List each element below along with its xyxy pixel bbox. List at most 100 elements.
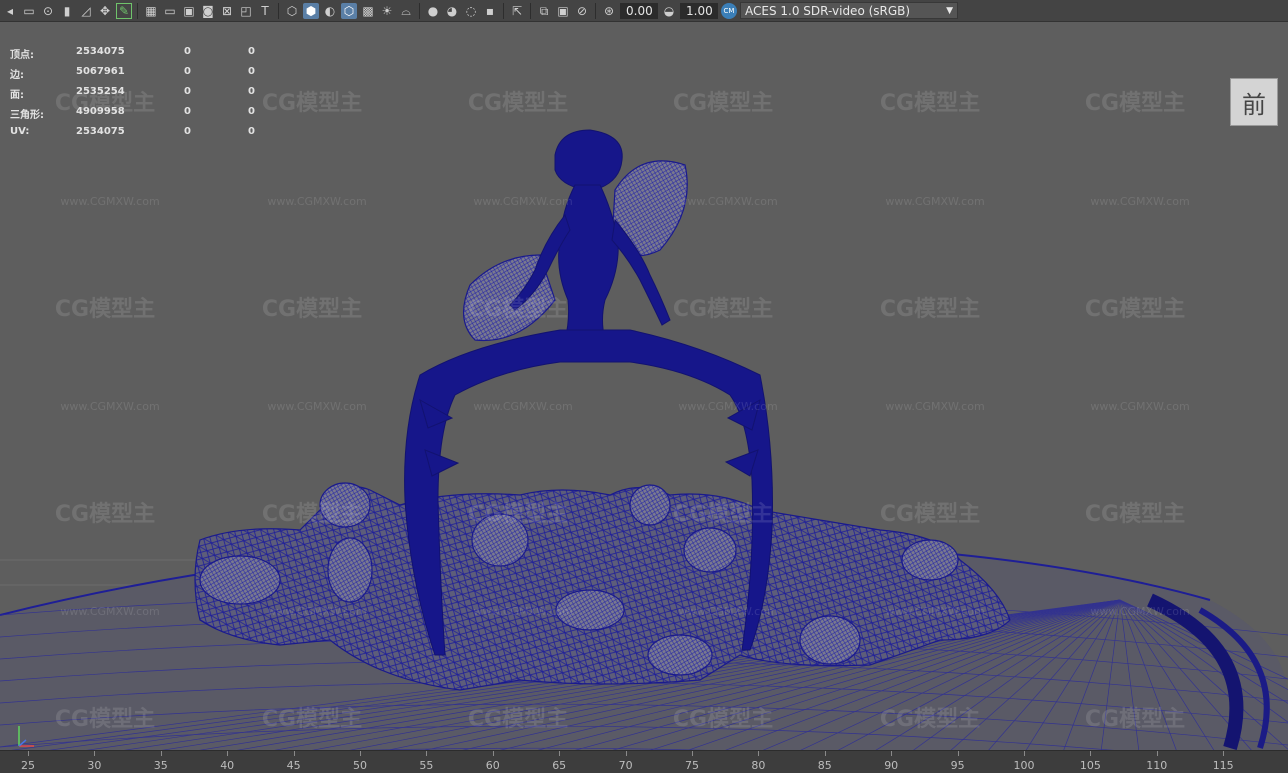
watermark-logo: CG模型主: [55, 502, 155, 527]
stat-value: 0: [184, 66, 191, 77]
stat-value: 4909958: [76, 106, 125, 117]
3d-viewport[interactable]: CG模型主 CG模型主 CG模型主 CG模型主 CG模型主 CG模型主 CG模型主 CG模型主…: [0, 22, 1288, 750]
camera-select-icon[interactable]: ◂: [2, 3, 18, 19]
ambient-occlusion-icon[interactable]: ●: [425, 3, 441, 19]
ruler-tick-label: 90: [884, 759, 899, 772]
resolution-gate-icon[interactable]: ▣: [181, 3, 197, 19]
watermark-url: www.CGMXW.com: [60, 400, 159, 413]
watermark-logo: CG模型主: [880, 91, 980, 116]
watermark-url: www.CGMXW.com: [885, 400, 984, 413]
ruler-tick-label: 75: [685, 759, 699, 772]
toolbar-divider: [419, 2, 420, 19]
stat-label: UV:: [10, 126, 30, 137]
watermark-url: www.CGMXW.com: [885, 195, 984, 208]
ruler-tick-label: 100: [1013, 759, 1035, 772]
stat-value: 0: [184, 106, 191, 117]
ruler-tick-label: 35: [153, 759, 168, 772]
film-gate-icon[interactable]: ▭: [162, 3, 178, 19]
stat-row: 顶点: 2534075 0 0: [10, 46, 270, 66]
grid-icon[interactable]: ▦: [143, 3, 159, 19]
watermark-logo: CG模型主: [880, 502, 980, 527]
watermark-logo: CG模型主: [1085, 91, 1185, 116]
exposure-input[interactable]: 0.00: [620, 2, 658, 19]
watermark-logo: CG模型主: [468, 297, 568, 322]
ruler-tick: [492, 751, 494, 756]
image-plane-icon[interactable]: ◿: [78, 3, 94, 19]
ruler-tick: [625, 751, 627, 756]
smooth-shade-icon[interactable]: ⬢: [303, 2, 319, 19]
watermark-url: www.CGMXW.com: [678, 400, 777, 413]
watermark-url: www.CGMXW.com: [885, 605, 984, 618]
gamma-icon[interactable]: ◒: [661, 3, 677, 19]
stat-row: 面: 2535254 0 0: [10, 86, 270, 106]
watermark-url: www.CGMXW.com: [267, 195, 366, 208]
stat-value: 5067961: [76, 66, 125, 77]
ruler-tick-label: 105: [1079, 759, 1101, 772]
watermark-url: www.CGMXW.com: [678, 605, 777, 618]
anti-alias-icon[interactable]: ◌: [463, 3, 479, 19]
ruler-tick-label: 50: [353, 759, 367, 772]
ruler-tick: [160, 751, 162, 756]
ruler-tick-label: 70: [618, 759, 633, 772]
xray-selected-icon[interactable]: ⊘: [574, 3, 590, 19]
gamma-input[interactable]: 1.00: [680, 2, 718, 19]
wireframe-on-shaded-icon[interactable]: ⬡: [341, 2, 357, 19]
isolate-icon[interactable]: ⇱: [509, 3, 525, 19]
safe-action-icon[interactable]: ◰: [238, 3, 254, 19]
exposure-icon[interactable]: ⊛: [601, 3, 617, 19]
stat-value: 0: [248, 86, 255, 97]
ruler-tick-label: 110: [1146, 759, 1168, 772]
ruler-tick: [360, 751, 361, 756]
watermark-logo: CG模型主: [468, 91, 568, 116]
motion-blur-icon[interactable]: ◕: [444, 3, 460, 19]
field-chart-icon[interactable]: ⊠: [219, 3, 235, 19]
watermark-url: www.CGMXW.com: [267, 605, 366, 618]
ruler-tick: [559, 751, 561, 756]
color-space-dropdown[interactable]: ACES 1.0 SDR-video (sRGB) ▼: [740, 2, 958, 19]
watermark-url: www.CGMXW.com: [473, 195, 572, 208]
shadows-icon[interactable]: ⌓: [398, 3, 414, 19]
ruler-tick-label: 80: [751, 759, 766, 772]
color-space-icon[interactable]: CM: [721, 2, 737, 19]
xray-icon[interactable]: ▩: [360, 3, 376, 19]
stat-value: 0: [184, 86, 191, 97]
ruler-tick: [758, 751, 760, 756]
xray-joints-icon[interactable]: ⧉: [536, 3, 552, 19]
ruler-tick: [824, 751, 826, 756]
bookmark-icon[interactable]: ▮: [59, 3, 75, 19]
depth-of-field-icon[interactable]: ▪: [482, 3, 498, 19]
ruler-tick-label: 30: [87, 759, 102, 772]
xray-active-icon[interactable]: ▣: [555, 3, 571, 19]
timeline-ruler[interactable]: 25 30 35 40 45 50 55 60 65 70 75 80 85 90 95 100 105 110 1…: [0, 750, 1288, 773]
watermark-logo: CG模型主: [262, 297, 362, 322]
stat-label: 边:: [10, 70, 24, 81]
camera-tool-icon[interactable]: ⊙: [40, 3, 56, 19]
use-lights-icon[interactable]: ☀: [379, 3, 395, 19]
poly-count-hud: 顶点: 2534075 0 0 边: 5067961 0 0 面: 2535254 0 0 三角形: 49…: [10, 46, 270, 146]
watermark-logo: CG模型主: [880, 297, 980, 322]
gate-mask-icon[interactable]: ◙: [200, 3, 216, 19]
grease-pencil-icon[interactable]: ✎: [116, 2, 132, 19]
ruler-tick: [1090, 751, 1092, 756]
stat-value: 0: [184, 46, 191, 57]
2d-pan-icon[interactable]: ✥: [97, 3, 113, 19]
toolbar-divider: [137, 2, 138, 19]
watermark-logo: CG模型主: [673, 297, 773, 322]
watermark-url: www.CGMXW.com: [267, 400, 366, 413]
stat-label: 三角形:: [10, 110, 44, 121]
camera-attr-icon[interactable]: ▭: [21, 3, 37, 19]
safe-title-icon[interactable]: T: [257, 3, 273, 19]
stat-value: 0: [248, 106, 255, 117]
ruler-tick: [1024, 751, 1025, 756]
stat-value: 2535254: [76, 86, 125, 97]
default-material-icon[interactable]: ◐: [322, 3, 338, 19]
ruler-tick-label: 85: [817, 759, 832, 772]
watermark-logo: CG模型主: [262, 707, 362, 732]
ruler-tick-label: 25: [21, 759, 35, 772]
stat-value: 2534075: [76, 126, 125, 137]
wireframe-icon[interactable]: ⬡: [284, 3, 300, 19]
stat-row: 三角形: 4909958 0 0: [10, 106, 270, 126]
view-cube[interactable]: 前: [1230, 78, 1278, 126]
ruler-tick: [293, 751, 295, 756]
ruler-tick: [957, 751, 959, 756]
